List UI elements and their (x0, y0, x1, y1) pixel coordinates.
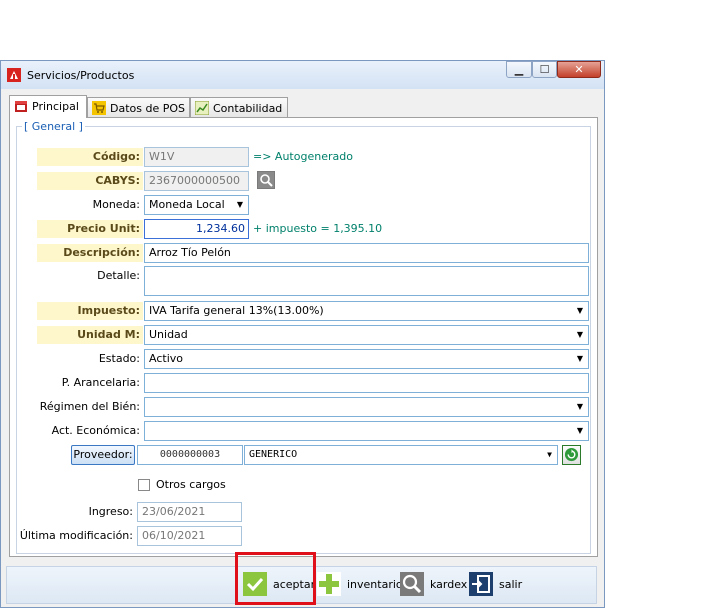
store-icon (15, 101, 27, 112)
proveedor-name-value: GENERICO (249, 449, 298, 460)
action-bar: aceptar inventario kardex salir (6, 566, 597, 604)
maximize-button[interactable]: ☐ (532, 61, 557, 78)
kardex-button[interactable]: kardex (400, 567, 468, 603)
detalle-label: Detalle: (97, 269, 140, 282)
cabys-search-button[interactable] (257, 171, 275, 189)
window-title: Servicios/Productos (27, 69, 135, 82)
modificacion-input[interactable]: 06/10/2021 (137, 526, 242, 546)
chevron-down-icon: ▼ (547, 450, 552, 459)
tab-label: Contabilidad (213, 102, 283, 115)
minimize-icon: ▁ (514, 63, 524, 76)
modificacion-label: Última modificación: (19, 529, 133, 542)
close-button[interactable]: ✕ (557, 61, 601, 78)
salir-label: salir (499, 578, 523, 591)
tab-contabilidad[interactable]: Contabilidad (190, 97, 288, 117)
tab-panel-principal: [ General ] Código: W1V => Autogenerado … (9, 117, 598, 557)
general-group: [ General ] Código: W1V => Autogenerado … (16, 120, 591, 554)
ingreso-input[interactable]: 23/06/2021 (137, 502, 242, 522)
estado-label: Estado: (98, 352, 140, 365)
moneda-value: Moneda Local (149, 198, 225, 211)
actividad-select[interactable]: ▼ (144, 421, 589, 441)
group-label: [ General ] (22, 120, 85, 133)
close-icon: ✕ (574, 63, 584, 76)
cabys-input[interactable]: 2367000000500 (144, 171, 249, 191)
descripcion-input[interactable]: Arroz Tío Pelón (144, 243, 589, 263)
cart-icon (92, 101, 106, 115)
chevron-down-icon: ▼ (576, 402, 583, 411)
proveedor-refresh-button[interactable] (562, 445, 581, 465)
app-icon (7, 68, 21, 82)
proveedor-name-select[interactable]: GENERICO ▼ (244, 445, 558, 465)
ingreso-label: Ingreso: (88, 505, 133, 518)
search-icon (258, 172, 274, 188)
tab-label: Principal (32, 100, 79, 113)
estado-value: Activo (149, 352, 183, 365)
product-window: Servicios/Productos ▁ ☐ ✕ Principal Dato… (0, 60, 605, 608)
inventario-label: inventario (347, 578, 403, 591)
unidad-value: Unidad (149, 328, 188, 341)
otros-cargos-checkbox[interactable] (138, 479, 150, 491)
minimize-button[interactable]: ▁ (506, 61, 532, 78)
tab-datos-pos[interactable]: Datos de POS (87, 97, 190, 117)
tab-label: Datos de POS (110, 102, 186, 115)
chevron-down-icon: ▼ (576, 306, 583, 315)
arancelaria-label: P. Arancelaria: (61, 376, 140, 389)
aceptar-button[interactable]: aceptar (243, 567, 315, 603)
exit-icon (469, 572, 493, 596)
tab-principal[interactable]: Principal (9, 95, 87, 118)
precio-label: Precio Unit: (37, 220, 143, 238)
arancelaria-input[interactable] (144, 373, 589, 393)
codigo-input[interactable]: W1V (144, 147, 249, 167)
unidad-label: Unidad M: (37, 326, 143, 344)
unidad-select[interactable]: Unidad ▼ (144, 325, 589, 345)
title-bar[interactable]: Servicios/Productos ▁ ☐ ✕ (1, 61, 604, 89)
regimen-label: Régimen del Bién: (39, 400, 140, 413)
checkmark-icon (243, 572, 267, 596)
chevron-down-icon: ▼ (576, 426, 583, 435)
regimen-select[interactable]: ▼ (144, 397, 589, 417)
actividad-label: Act. Económica: (51, 424, 140, 437)
moneda-label: Moneda: (92, 198, 140, 211)
chevron-down-icon: ▼ (576, 354, 583, 363)
magnifier-icon (400, 572, 424, 596)
impuesto-label: Impuesto: (37, 302, 143, 320)
salir-button[interactable]: salir (469, 567, 529, 603)
descripcion-label: Descripción: (37, 244, 143, 262)
chart-icon (195, 101, 209, 115)
kardex-label: kardex (430, 578, 468, 591)
maximize-icon: ☐ (539, 63, 550, 76)
cabys-label: CABYS: (37, 172, 143, 190)
precio-note: + impuesto = 1,395.10 (253, 222, 383, 235)
proveedor-code-input[interactable]: 0000000003 (137, 445, 243, 465)
impuesto-value: IVA Tarifa general 13%(13.00%) (149, 304, 324, 317)
chevron-down-icon: ▼ (576, 330, 583, 339)
estado-select[interactable]: Activo ▼ (144, 349, 589, 369)
precio-input[interactable]: 1,234.60 (144, 219, 249, 239)
refresh-icon (564, 447, 579, 462)
proveedor-button[interactable]: Proveedor: (71, 445, 135, 465)
codigo-note: => Autogenerado (253, 150, 353, 163)
codigo-label: Código: (37, 148, 143, 166)
plus-icon (317, 572, 341, 596)
chevron-down-icon: ▼ (236, 200, 243, 209)
aceptar-label: aceptar (273, 578, 316, 591)
inventario-button[interactable]: inventario (317, 567, 403, 603)
detalle-textarea[interactable] (144, 266, 589, 296)
otros-cargos-label: Otros cargos (156, 478, 226, 491)
impuesto-select[interactable]: IVA Tarifa general 13%(13.00%) ▼ (144, 301, 589, 321)
moneda-select[interactable]: Moneda Local ▼ (144, 195, 249, 215)
